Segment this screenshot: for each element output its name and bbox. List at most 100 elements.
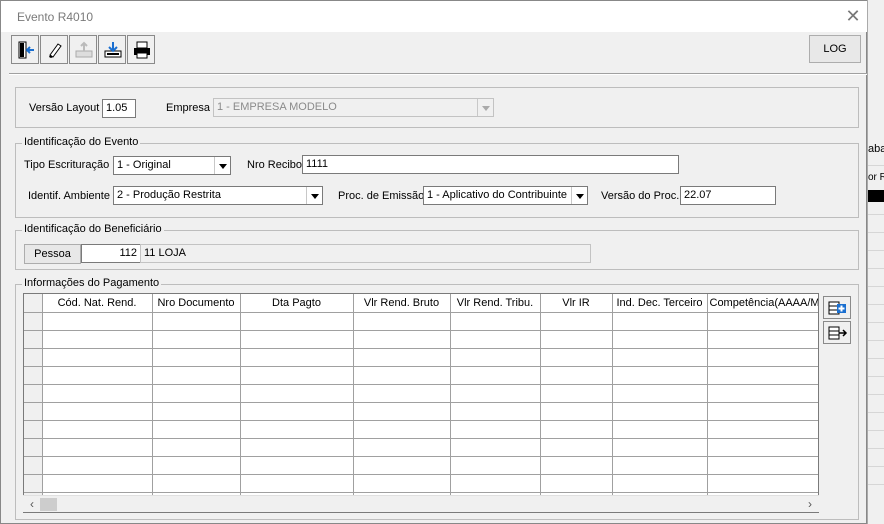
grid-cell[interactable]: [612, 312, 708, 331]
column-header[interactable]: Cód. Nat. Rend.: [42, 294, 153, 313]
grid-cell[interactable]: [42, 402, 153, 421]
grid-cell[interactable]: [707, 384, 818, 403]
grid-cell[interactable]: [450, 330, 541, 349]
nro-recibo-field[interactable]: 1111: [302, 155, 679, 174]
pessoa-codigo-field[interactable]: 112: [81, 244, 141, 263]
grid-cell[interactable]: [707, 312, 818, 331]
grid-cell[interactable]: [612, 348, 708, 367]
grid-cell[interactable]: [540, 420, 613, 439]
grid-cell[interactable]: [612, 456, 708, 475]
table-row[interactable]: [24, 456, 818, 475]
grid-cell[interactable]: [42, 312, 153, 331]
grid-cell[interactable]: [353, 402, 451, 421]
grid-cell[interactable]: [612, 474, 708, 493]
row-indicator[interactable]: [24, 456, 43, 475]
grid-cell[interactable]: [707, 402, 818, 421]
row-indicator[interactable]: [24, 366, 43, 385]
grid-cell[interactable]: [540, 348, 613, 367]
title-bar[interactable]: Evento R4010 ✕: [1, 1, 867, 32]
scroll-thumb[interactable]: [40, 498, 57, 511]
table-row[interactable]: [24, 312, 818, 331]
grid-cell[interactable]: [612, 402, 708, 421]
grid-cell[interactable]: [152, 366, 241, 385]
column-header[interactable]: Vlr IR: [540, 294, 613, 313]
table-row[interactable]: [24, 330, 818, 349]
proc-emissao-select[interactable]: 1 - Aplicativo do Contribuinte: [423, 186, 588, 205]
table-row[interactable]: [24, 420, 818, 439]
grid-cell[interactable]: [42, 456, 153, 475]
grid-cell[interactable]: [540, 384, 613, 403]
table-row[interactable]: [24, 384, 818, 403]
grid-cell[interactable]: [612, 330, 708, 349]
column-header[interactable]: Nro Documento: [152, 294, 241, 313]
grid-cell[interactable]: [450, 348, 541, 367]
grid-cell[interactable]: [152, 474, 241, 493]
grid-cell[interactable]: [152, 456, 241, 475]
grid-cell[interactable]: [353, 438, 451, 457]
grid-cell[interactable]: [240, 366, 354, 385]
grid-cell[interactable]: [240, 474, 354, 493]
grid-cell[interactable]: [540, 402, 613, 421]
grid-cell[interactable]: [42, 384, 153, 403]
grid-cell[interactable]: [707, 456, 818, 475]
table-row[interactable]: [24, 438, 818, 457]
pessoa-button[interactable]: Pessoa: [24, 244, 81, 264]
grid-cell[interactable]: [540, 456, 613, 475]
grid-cell[interactable]: [152, 330, 241, 349]
clear-button[interactable]: [40, 35, 68, 64]
row-indicator[interactable]: [24, 330, 43, 349]
grid-cell[interactable]: [240, 348, 354, 367]
grid-cell[interactable]: [353, 312, 451, 331]
grid-cell[interactable]: [240, 312, 354, 331]
remove-row-button[interactable]: [823, 321, 851, 344]
grid-cell[interactable]: [540, 330, 613, 349]
grid-cell[interactable]: [450, 438, 541, 457]
grid-cell[interactable]: [707, 438, 818, 457]
versao-proc-field[interactable]: 22.07: [680, 186, 776, 205]
column-header[interactable]: Vlr Rend. Bruto: [353, 294, 451, 313]
grid-cell[interactable]: [707, 330, 818, 349]
grid-cell[interactable]: [240, 420, 354, 439]
grid-cell[interactable]: [353, 348, 451, 367]
grid-cell[interactable]: [450, 456, 541, 475]
grid-cell[interactable]: [612, 384, 708, 403]
grid-cell[interactable]: [353, 456, 451, 475]
grid-cell[interactable]: [152, 402, 241, 421]
table-row[interactable]: [24, 402, 818, 421]
grid-cell[interactable]: [540, 474, 613, 493]
scroll-right-icon[interactable]: ›: [803, 497, 817, 511]
column-header[interactable]: Ind. Dec. Terceiro: [612, 294, 708, 313]
grid-cell[interactable]: [707, 474, 818, 493]
grid-cell[interactable]: [240, 438, 354, 457]
grid-cell[interactable]: [450, 366, 541, 385]
table-row[interactable]: [24, 474, 818, 493]
grid-cell[interactable]: [353, 330, 451, 349]
grid-cell[interactable]: [353, 474, 451, 493]
versao-layout-field[interactable]: 1.05: [102, 99, 136, 118]
row-indicator[interactable]: [24, 438, 43, 457]
pagamento-grid[interactable]: Cód. Nat. Rend. Nro Documento Dta Pagto …: [23, 293, 819, 513]
grid-cell[interactable]: [450, 312, 541, 331]
grid-cell[interactable]: [152, 384, 241, 403]
grid-cell[interactable]: [42, 420, 153, 439]
grid-cell[interactable]: [152, 438, 241, 457]
row-indicator[interactable]: [24, 420, 43, 439]
grid-cell[interactable]: [42, 366, 153, 385]
table-row[interactable]: [24, 366, 818, 385]
close-icon[interactable]: ✕: [841, 6, 865, 28]
add-row-button[interactable]: [823, 296, 851, 319]
grid-cell[interactable]: [42, 474, 153, 493]
grid-cell[interactable]: [707, 348, 818, 367]
grid-cell[interactable]: [540, 312, 613, 331]
grid-cell[interactable]: [612, 420, 708, 439]
grid-cell[interactable]: [353, 366, 451, 385]
grid-cell[interactable]: [353, 384, 451, 403]
grid-cell[interactable]: [540, 366, 613, 385]
grid-cell[interactable]: [240, 384, 354, 403]
save-button[interactable]: [98, 35, 126, 64]
grid-cell[interactable]: [707, 420, 818, 439]
exit-button[interactable]: [11, 35, 39, 64]
scroll-left-icon[interactable]: ‹: [25, 497, 39, 511]
grid-cell[interactable]: [450, 384, 541, 403]
column-header[interactable]: Dta Pagto: [240, 294, 354, 313]
